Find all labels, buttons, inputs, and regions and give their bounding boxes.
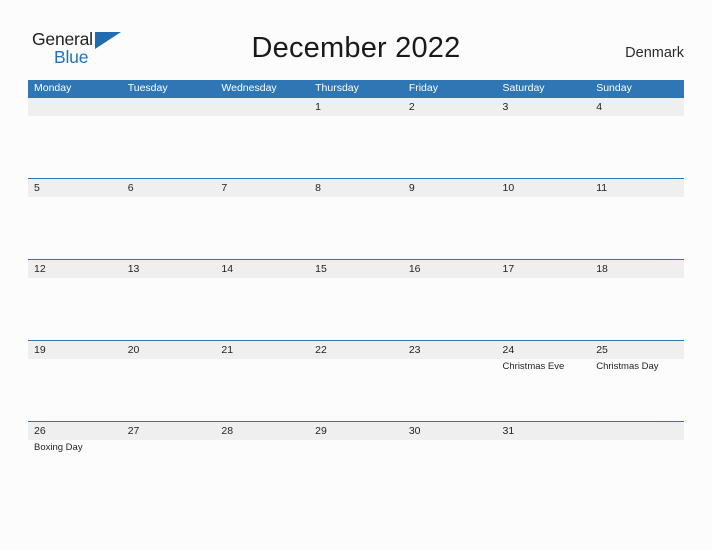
day-event: Christmas Eve: [502, 361, 565, 372]
page-header: General Blue December 2022 Denmark: [0, 0, 712, 78]
day-cell[interactable]: 22: [309, 341, 403, 373]
week-row: 26 Boxing Day 27 28 29 30 31: [28, 421, 684, 502]
weekday-header-sunday: Sunday: [596, 82, 632, 94]
day-number: 29: [315, 425, 327, 437]
day-cell[interactable]: 1: [309, 98, 403, 118]
day-cell[interactable]: 18: [590, 260, 684, 280]
day-cell[interactable]: [122, 98, 216, 118]
day-cell[interactable]: 2: [403, 98, 497, 118]
day-cell[interactable]: 3: [497, 98, 591, 118]
weekday-header-friday: Friday: [408, 82, 438, 94]
day-event: Boxing Day: [34, 442, 83, 453]
calendar-page: General Blue December 2022 Denmark Monda…: [0, 0, 712, 550]
day-cell[interactable]: 5: [28, 179, 122, 199]
day-number: 20: [127, 344, 140, 356]
day-cell[interactable]: 17: [497, 260, 591, 280]
day-number: 4: [596, 101, 603, 113]
day-cell[interactable]: 16: [403, 260, 497, 280]
day-number: 25: [596, 344, 608, 356]
day-number: 27: [127, 425, 140, 437]
day-cell[interactable]: 11: [590, 179, 684, 199]
day-number: 17: [502, 263, 515, 275]
day-number: 7: [221, 182, 228, 194]
weekday-header-wednesday: Wednesday: [221, 82, 277, 94]
day-number: 31: [502, 425, 515, 437]
weekday-header-monday: Monday: [34, 82, 72, 94]
day-number: 30: [408, 425, 421, 437]
day-number: 3: [502, 101, 509, 113]
day-number: 10: [502, 182, 515, 194]
day-number: [596, 422, 684, 440]
day-number: 21: [221, 344, 234, 356]
day-cell[interactable]: 15: [309, 260, 403, 280]
day-cell[interactable]: 14: [215, 260, 309, 280]
day-number: 8: [315, 182, 321, 194]
weekday-header-row: Monday Tuesday Wednesday Thursday Friday…: [28, 80, 684, 97]
day-cell[interactable]: 21: [215, 341, 309, 373]
day-number: 2: [408, 101, 415, 113]
day-number: 15: [315, 263, 327, 275]
weekday-header-saturday: Saturday: [502, 82, 545, 94]
day-cell[interactable]: [28, 98, 122, 118]
day-cell[interactable]: 25 Christmas Day: [590, 341, 684, 373]
day-number: 16: [408, 263, 421, 275]
day-cell[interactable]: 24 Christmas Eve: [497, 341, 591, 373]
day-cell[interactable]: 13: [122, 260, 216, 280]
day-cell[interactable]: 8: [309, 179, 403, 199]
day-cell[interactable]: 6: [122, 179, 216, 199]
day-cell[interactable]: 27: [122, 422, 216, 454]
day-number: 6: [127, 182, 134, 194]
day-number: 13: [127, 263, 140, 275]
week-row: 12 13 14 15 16 17 18: [28, 259, 684, 340]
day-number: [128, 98, 216, 116]
day-cell[interactable]: 29: [309, 422, 403, 454]
day-cell[interactable]: 12: [28, 260, 122, 280]
day-cell[interactable]: [215, 98, 309, 118]
day-event: Christmas Day: [596, 361, 659, 372]
day-cell[interactable]: 28: [215, 422, 309, 454]
day-number: 28: [221, 425, 234, 437]
day-number: 14: [221, 263, 234, 275]
calendar-grid: Monday Tuesday Wednesday Thursday Friday…: [28, 80, 684, 502]
day-number: 19: [34, 344, 46, 356]
day-cell[interactable]: 9: [403, 179, 497, 199]
day-number: 11: [596, 182, 608, 194]
weekday-header-thursday: Thursday: [315, 82, 359, 94]
day-number: 12: [34, 263, 46, 275]
day-number: 23: [408, 344, 421, 356]
weekday-header-tuesday: Tuesday: [127, 82, 168, 94]
week-row: 19 20 21 22 23 24 Christmas Eve 25 Chris…: [28, 340, 684, 421]
week-row: 5 6 7 8 9 10 11: [28, 178, 684, 259]
day-number: 24: [502, 344, 515, 356]
day-number: 5: [34, 182, 40, 194]
day-cell[interactable]: 4: [590, 98, 684, 118]
day-cell[interactable]: 23: [403, 341, 497, 373]
day-number: 22: [315, 344, 327, 356]
week-row: 1 2 3 4: [28, 97, 684, 178]
day-number: 18: [596, 263, 608, 275]
page-title: December 2022: [251, 32, 461, 64]
day-number: 26: [34, 425, 46, 437]
day-cell[interactable]: 10: [497, 179, 591, 199]
day-number: [221, 98, 309, 116]
day-cell[interactable]: 20: [122, 341, 216, 373]
day-cell[interactable]: 26 Boxing Day: [28, 422, 122, 454]
country-label: Denmark: [625, 45, 684, 61]
day-cell[interactable]: 31: [497, 422, 591, 454]
day-cell[interactable]: 30: [403, 422, 497, 454]
day-number: 1: [315, 101, 321, 113]
day-cell[interactable]: 7: [215, 179, 309, 199]
day-cell[interactable]: [590, 422, 684, 454]
day-number: 9: [408, 182, 415, 194]
day-cell[interactable]: 19: [28, 341, 122, 373]
day-number: [34, 98, 122, 116]
